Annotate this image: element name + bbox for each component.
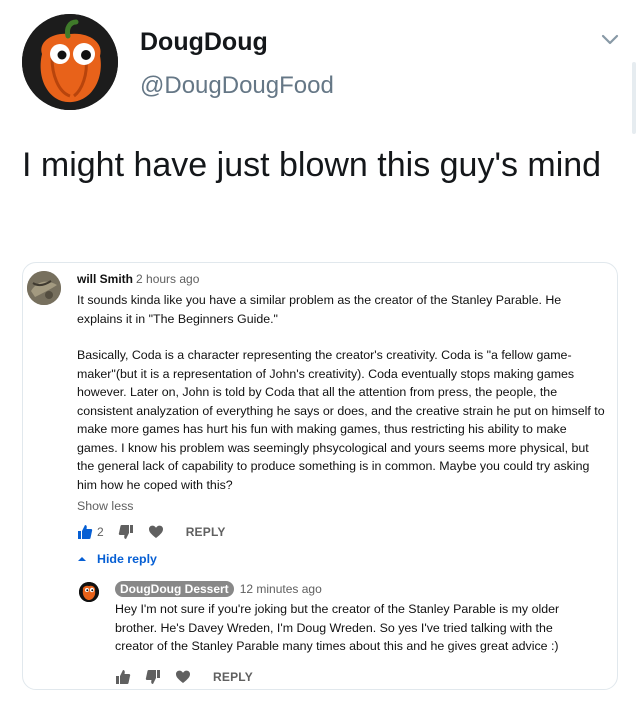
tweet-header: DougDoug @DougDougFood xyxy=(22,14,622,114)
commenter-avatar[interactable] xyxy=(27,271,61,305)
profile-avatar[interactable] xyxy=(22,14,118,110)
chevron-down-icon[interactable] xyxy=(600,30,620,50)
tweet-text: I might have just blown this guy's mind xyxy=(22,146,602,184)
thumbs-up-icon[interactable] xyxy=(77,524,93,540)
like-count: 2 xyxy=(97,525,104,539)
pepper-avatar-icon xyxy=(79,582,99,602)
comment-screenshot: will Smith 2 hours ago It sounds kinda li… xyxy=(22,262,618,690)
commenter-avatar-image xyxy=(27,271,61,305)
heart-icon[interactable] xyxy=(148,524,164,540)
comment-time[interactable]: 2 hours ago xyxy=(136,272,199,286)
comment-paragraph: Basically, Coda is a character represent… xyxy=(77,348,605,492)
heart-icon[interactable] xyxy=(175,669,191,685)
comment-author[interactable]: will Smith xyxy=(77,272,133,286)
caret-up-icon xyxy=(78,557,86,561)
comment-actions: 2 REPLY xyxy=(77,522,226,542)
pepper-avatar-icon xyxy=(22,14,118,110)
scrollbar-thumb[interactable] xyxy=(632,62,636,134)
show-less-link[interactable]: Show less xyxy=(77,499,133,513)
comment-paragraph: It sounds kinda like you have a similar … xyxy=(77,293,562,326)
comment-body: It sounds kinda like you have a similar … xyxy=(77,291,607,512)
user-handle[interactable]: @DougDougFood xyxy=(140,72,334,100)
reply-actions: REPLY xyxy=(115,667,253,687)
display-name[interactable]: DougDoug xyxy=(140,28,268,57)
reply-time[interactable]: 12 minutes ago xyxy=(240,582,322,596)
reply-body: Hey I'm not sure if you're joking but th… xyxy=(115,602,560,653)
reply-meta: DougDoug Dessert 12 minutes ago xyxy=(115,581,322,597)
reply-button[interactable]: REPLY xyxy=(213,670,253,684)
thumbs-up-icon[interactable] xyxy=(115,669,131,685)
thumbs-down-icon[interactable] xyxy=(118,524,134,540)
hide-reply-toggle[interactable]: Hide reply xyxy=(77,552,157,566)
reply-button[interactable]: REPLY xyxy=(186,525,226,539)
comment-meta: will Smith 2 hours ago xyxy=(77,272,199,286)
reply-avatar[interactable] xyxy=(79,582,99,602)
reply-author-badge[interactable]: DougDoug Dessert xyxy=(115,581,234,597)
thumbs-down-icon[interactable] xyxy=(145,669,161,685)
hide-reply-label: Hide reply xyxy=(97,552,157,566)
